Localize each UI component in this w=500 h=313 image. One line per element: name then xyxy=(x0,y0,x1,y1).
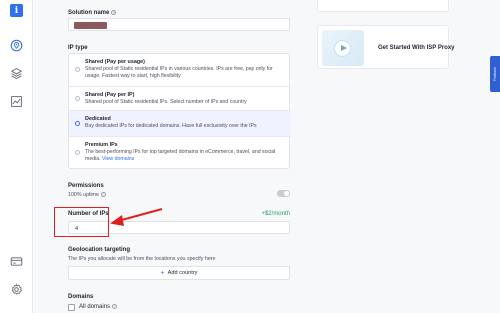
geolocation-description: The IPs you allocate will be from the lo… xyxy=(68,256,216,262)
left-sidebar: i xyxy=(0,0,33,313)
permissions-label: Permissions xyxy=(68,183,104,189)
uptime-toggle[interactable] xyxy=(277,190,290,197)
option-description: Shared pool of Static residential IPs. S… xyxy=(85,99,247,105)
ip-type-option-shared-usage[interactable]: Shared (Pay per usage) Shared pool of St… xyxy=(69,54,291,87)
add-country-button[interactable]: + Add country xyxy=(68,266,290,280)
radio-button[interactable] xyxy=(75,67,80,72)
all-domains-checkbox[interactable] xyxy=(68,304,75,311)
plus-icon: + xyxy=(160,269,165,277)
ip-type-option-premium[interactable]: Premium IPs The best-performing IPs for … xyxy=(69,137,291,170)
billing-card-icon[interactable] xyxy=(9,254,24,269)
all-domains-label: All domains? xyxy=(79,304,118,311)
settings-gear-icon[interactable] xyxy=(9,282,24,297)
option-title: Shared (Pay per IP) xyxy=(85,92,135,98)
ip-type-option-dedicated[interactable]: Dedicated Buy dedicated IPs for dedicate… xyxy=(69,111,291,137)
solution-name-label: Solution name? xyxy=(68,10,117,17)
trend-chart-icon[interactable] xyxy=(9,94,24,109)
top-card xyxy=(317,0,449,12)
redacted-name-value xyxy=(74,22,107,29)
option-description: The best-performing IPs for top targeted… xyxy=(85,149,276,163)
option-description: Buy dedicated IPs for dedicated domains.… xyxy=(85,123,257,129)
radio-button[interactable] xyxy=(75,96,80,101)
video-thumbnail[interactable] xyxy=(322,30,364,66)
option-title: Dedicated xyxy=(85,116,111,122)
view-domains-link[interactable]: View domains xyxy=(102,156,134,162)
feedback-tab[interactable]: Feedback xyxy=(490,56,500,92)
price-label: +$2/month xyxy=(261,211,290,217)
ip-type-option-shared-ip[interactable]: Shared (Pay per IP) Shared pool of Stati… xyxy=(69,87,291,111)
location-pin-icon[interactable] xyxy=(9,38,24,53)
annotation-arrow-icon xyxy=(110,208,163,226)
card-title: Get Started With ISP Proxy xyxy=(378,45,455,51)
layers-icon[interactable] xyxy=(9,66,24,81)
option-title: Premium IPs xyxy=(85,142,118,148)
help-icon[interactable]: ? xyxy=(112,304,118,309)
radio-button-selected[interactable] xyxy=(75,121,80,126)
radio-button[interactable] xyxy=(75,150,80,155)
ip-type-options: Shared (Pay per usage) Shared pool of St… xyxy=(68,53,291,170)
solution-name-input[interactable] xyxy=(68,18,290,31)
main-area: Solution name? IP type Shared (Pay per u… xyxy=(33,0,500,313)
option-title: Shared (Pay per usage) xyxy=(85,59,145,65)
isp-proxy-card[interactable]: Get Started With ISP Proxy xyxy=(317,25,455,69)
help-icon[interactable]: ? xyxy=(100,192,106,198)
help-icon[interactable]: ? xyxy=(111,10,117,15)
ip-type-label: IP type xyxy=(68,45,88,51)
domains-label: Domains xyxy=(68,294,94,300)
geolocation-label: Geolocation targeting xyxy=(68,247,131,253)
option-description: Shared pool of Static residential IPs in… xyxy=(85,66,273,80)
uptime-label: 100% uptime? xyxy=(68,192,106,198)
info-icon[interactable]: i xyxy=(10,4,23,17)
annotation-highlight-box xyxy=(54,207,109,237)
play-icon xyxy=(334,40,351,57)
